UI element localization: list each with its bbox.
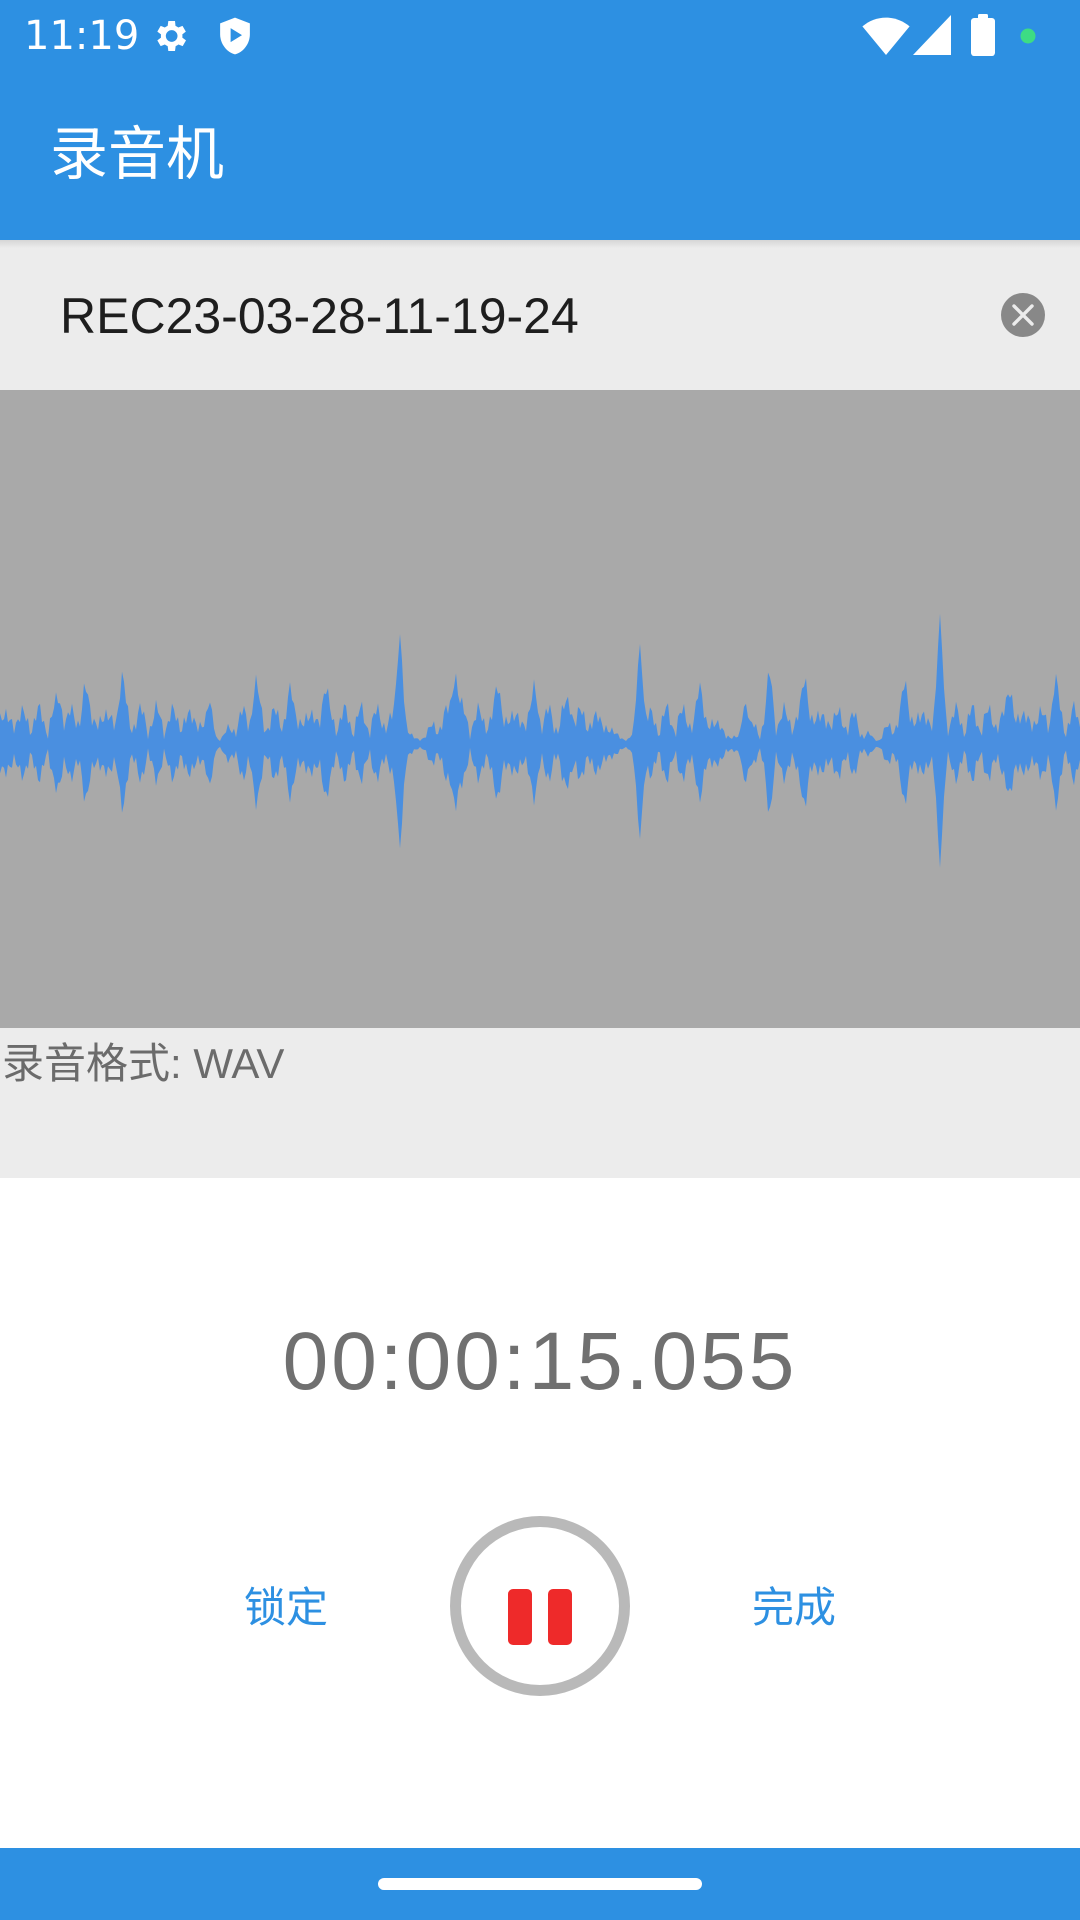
done-button[interactable]: 完成	[704, 1576, 884, 1640]
app-bar: 录音机	[0, 72, 1080, 240]
status-time: 11:19	[24, 13, 140, 59]
filename-row: REC23-03-28-11-19-24	[0, 240, 1080, 390]
shield-play-icon	[220, 17, 250, 55]
app-title: 录音机	[50, 120, 225, 188]
recording-filename[interactable]: REC23-03-28-11-19-24	[60, 284, 579, 348]
elapsed-timer: 00:00:15.055	[282, 1316, 798, 1407]
green-dot-icon	[1020, 28, 1036, 44]
format-row: 录音格式: WAV	[0, 1028, 1080, 1178]
waveform-shape	[0, 613, 1080, 868]
status-bar: 11:19	[0, 0, 1080, 72]
gear-icon	[157, 21, 186, 51]
close-circle-icon[interactable]	[1000, 292, 1046, 338]
navigation-bar	[0, 1848, 1080, 1920]
pause-bar-right	[548, 1589, 572, 1645]
wifi-icon	[862, 17, 910, 56]
pause-bar-left	[508, 1589, 532, 1645]
waveform-graphic	[0, 613, 1080, 868]
lock-button[interactable]: 锁定	[196, 1576, 376, 1640]
waveform-view	[0, 390, 1080, 1028]
cell-signal-icon	[913, 15, 951, 55]
recording-format-label: 录音格式: WAV	[2, 1040, 285, 1087]
battery-icon	[971, 14, 995, 56]
recorder-screen: 11:19 录音机 REC23-03-28-11-19-24 录音格式: WAV…	[0, 0, 1080, 1920]
home-indicator[interactable]	[378, 1878, 702, 1890]
pause-button[interactable]	[450, 1516, 630, 1696]
